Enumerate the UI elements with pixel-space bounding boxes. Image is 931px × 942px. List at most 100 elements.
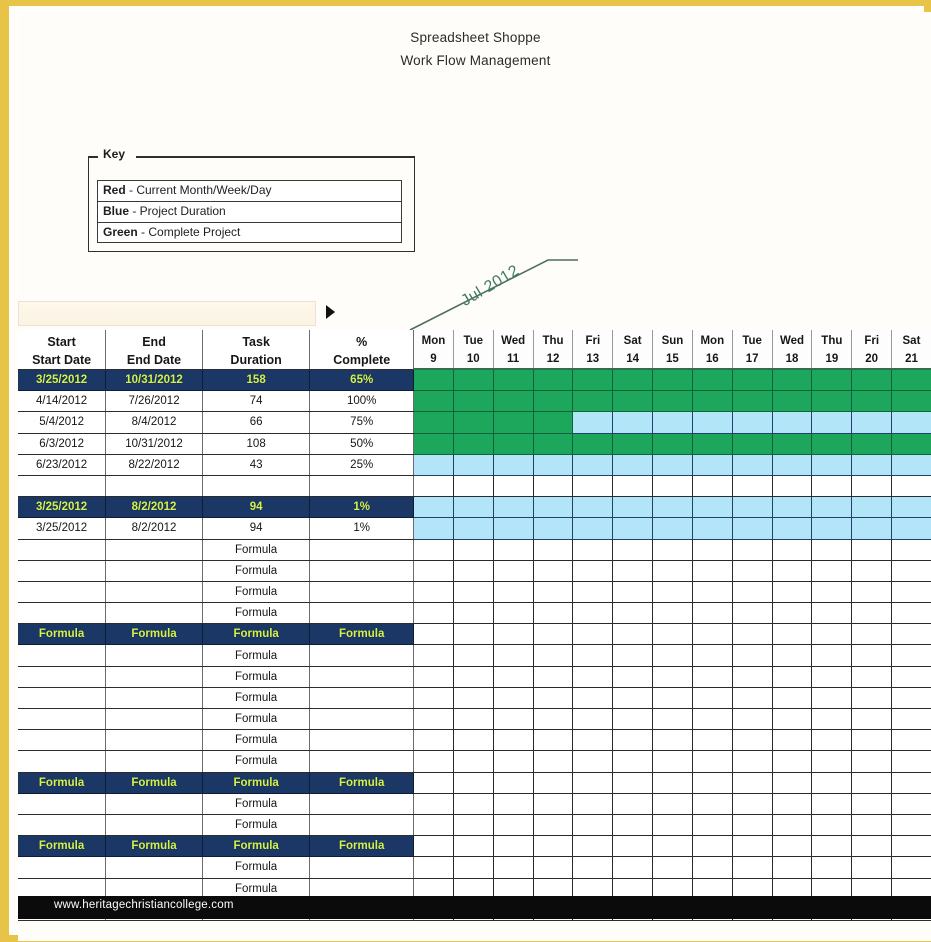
gantt-cell-mon-9-green[interactable] <box>413 433 454 455</box>
gantt-cell-thu-19-white[interactable] <box>811 666 853 688</box>
gantt-cell-wed-18-white[interactable] <box>772 644 813 667</box>
gantt-cell-sat-21-white[interactable] <box>891 835 931 858</box>
gantt-cell-thu-19-white[interactable] <box>811 814 853 837</box>
gantt-cell-tue-17-green[interactable] <box>732 433 773 455</box>
gantt-cell-wed-18-white[interactable] <box>772 581 813 604</box>
gantt-cell-thu-19-white[interactable] <box>811 856 853 879</box>
cell-duration[interactable]: Formula <box>202 814 311 837</box>
gantt-cell-sat-21-white[interactable] <box>891 856 931 879</box>
gantt-cell-sat-14-blue[interactable] <box>612 517 654 540</box>
gantt-cell-mon-9-green[interactable] <box>413 369 454 392</box>
gantt-cell-sun-15-white[interactable] <box>652 623 693 646</box>
gantt-cell-thu-19-white[interactable] <box>811 772 853 794</box>
gantt-cell-fri-20-white[interactable] <box>851 539 893 561</box>
cell-percent[interactable] <box>309 687 414 710</box>
gantt-cell-mon-16-white[interactable] <box>692 835 733 858</box>
gantt-cell-wed-11-blue[interactable] <box>493 454 534 476</box>
gantt-cell-tue-17-white[interactable] <box>732 750 773 773</box>
gantt-cell-fri-20-green[interactable] <box>851 433 893 455</box>
cell-duration[interactable]: 108 <box>202 433 311 455</box>
gantt-cell-thu-12-white[interactable] <box>533 772 574 794</box>
gantt-cell-thu-12-white[interactable] <box>533 856 574 879</box>
gantt-cell-fri-13-white[interactable] <box>572 729 614 752</box>
gantt-cell-sat-21-white[interactable] <box>891 581 931 604</box>
gantt-cell-tue-17-blue[interactable] <box>732 411 773 434</box>
gantt-cell-thu-12-white[interactable] <box>533 623 574 646</box>
cell-percent[interactable]: 75% <box>309 411 414 434</box>
gantt-cell-fri-13-white[interactable] <box>572 708 614 731</box>
gantt-cell-thu-12-white[interactable] <box>533 581 574 604</box>
gantt-cell-sat-14-white[interactable] <box>612 623 654 646</box>
gantt-cell-sun-15-white[interactable] <box>652 750 693 773</box>
cell-duration[interactable] <box>202 475 311 498</box>
gantt-cell-wed-18-green[interactable] <box>772 369 813 392</box>
cell-start[interactable] <box>18 475 107 498</box>
cell-start[interactable] <box>18 687 107 710</box>
gantt-cell-tue-17-white[interactable] <box>732 666 773 688</box>
gantt-cell-tue-17-white[interactable] <box>732 835 773 858</box>
cell-end[interactable] <box>105 475 203 498</box>
gantt-cell-sat-21-white[interactable] <box>891 560 931 582</box>
cell-end[interactable]: 8/22/2012 <box>105 454 203 476</box>
cell-duration[interactable]: Formula <box>202 793 311 815</box>
gantt-cell-tue-10-white[interactable] <box>453 623 494 646</box>
gantt-cell-tue-17-white[interactable] <box>732 793 773 815</box>
cell-percent[interactable] <box>309 814 414 837</box>
cell-start[interactable]: 3/25/2012 <box>18 517 107 540</box>
gantt-cell-sun-15-blue[interactable] <box>652 517 693 540</box>
gantt-cell-tue-17-white[interactable] <box>732 687 773 710</box>
gantt-cell-mon-16-blue[interactable] <box>692 454 733 476</box>
gantt-cell-fri-13-white[interactable] <box>572 856 614 879</box>
table-row[interactable]: Formula Formula Formula Formula <box>18 772 931 794</box>
cell-duration[interactable]: Formula <box>202 539 311 561</box>
gantt-cell-thu-12-green[interactable] <box>533 390 574 413</box>
cell-percent[interactable] <box>309 644 414 667</box>
gantt-cell-mon-16-white[interactable] <box>692 793 733 815</box>
gantt-cell-sun-15-white[interactable] <box>652 644 693 667</box>
gantt-cell-thu-12-white[interactable] <box>533 687 574 710</box>
gantt-cell-tue-17-white[interactable] <box>732 856 773 879</box>
gantt-cell-sat-21-green[interactable] <box>891 390 931 413</box>
gantt-cell-wed-11-white[interactable] <box>493 581 534 604</box>
gantt-cell-sun-15-white[interactable] <box>652 581 693 604</box>
gantt-cell-fri-20-white[interactable] <box>851 475 893 498</box>
gantt-cell-sat-14-blue[interactable] <box>612 454 654 476</box>
cell-start[interactable] <box>18 666 107 688</box>
gantt-cell-sat-14-white[interactable] <box>612 539 654 561</box>
cell-duration[interactable]: 158 <box>202 369 311 392</box>
gantt-cell-wed-18-blue[interactable] <box>772 411 813 434</box>
cell-end[interactable] <box>105 644 203 667</box>
gantt-cell-thu-12-white[interactable] <box>533 835 574 858</box>
gantt-cell-tue-17-white[interactable] <box>732 772 773 794</box>
gantt-cell-sat-21-white[interactable] <box>891 772 931 794</box>
gantt-cell-wed-11-green[interactable] <box>493 433 534 455</box>
gantt-cell-wed-18-blue[interactable] <box>772 517 813 540</box>
gantt-cell-fri-13-blue[interactable] <box>572 411 614 434</box>
gantt-cell-sun-15-white[interactable] <box>652 687 693 710</box>
gantt-cell-tue-10-blue[interactable] <box>453 454 494 476</box>
gantt-cell-wed-11-white[interactable] <box>493 793 534 815</box>
gantt-cell-thu-19-blue[interactable] <box>811 411 853 434</box>
gantt-cell-tue-10-white[interactable] <box>453 708 494 731</box>
gantt-cell-fri-20-white[interactable] <box>851 560 893 582</box>
gantt-cell-tue-17-white[interactable] <box>732 475 773 498</box>
gantt-cell-mon-16-blue[interactable] <box>692 517 733 540</box>
gantt-cell-fri-13-blue[interactable] <box>572 496 614 519</box>
cell-percent[interactable]: 65% <box>309 369 414 392</box>
gantt-cell-wed-11-white[interactable] <box>493 539 534 561</box>
cell-start[interactable] <box>18 708 107 731</box>
gantt-cell-fri-20-white[interactable] <box>851 602 893 625</box>
gantt-cell-sun-15-white[interactable] <box>652 772 693 794</box>
cell-percent[interactable]: 1% <box>309 496 414 519</box>
cell-start[interactable]: 5/4/2012 <box>18 411 107 434</box>
gantt-cell-mon-16-white[interactable] <box>692 708 733 731</box>
gantt-cell-sun-15-white[interactable] <box>652 602 693 625</box>
cell-start[interactable] <box>18 644 107 667</box>
gantt-cell-sat-21-blue[interactable] <box>891 411 931 434</box>
cell-percent[interactable] <box>309 750 414 773</box>
gantt-cell-mon-16-white[interactable] <box>692 729 733 752</box>
cell-end[interactable] <box>105 666 203 688</box>
gantt-cell-tue-17-blue[interactable] <box>732 517 773 540</box>
gantt-cell-sun-15-white[interactable] <box>652 666 693 688</box>
gantt-cell-fri-13-blue[interactable] <box>572 454 614 476</box>
